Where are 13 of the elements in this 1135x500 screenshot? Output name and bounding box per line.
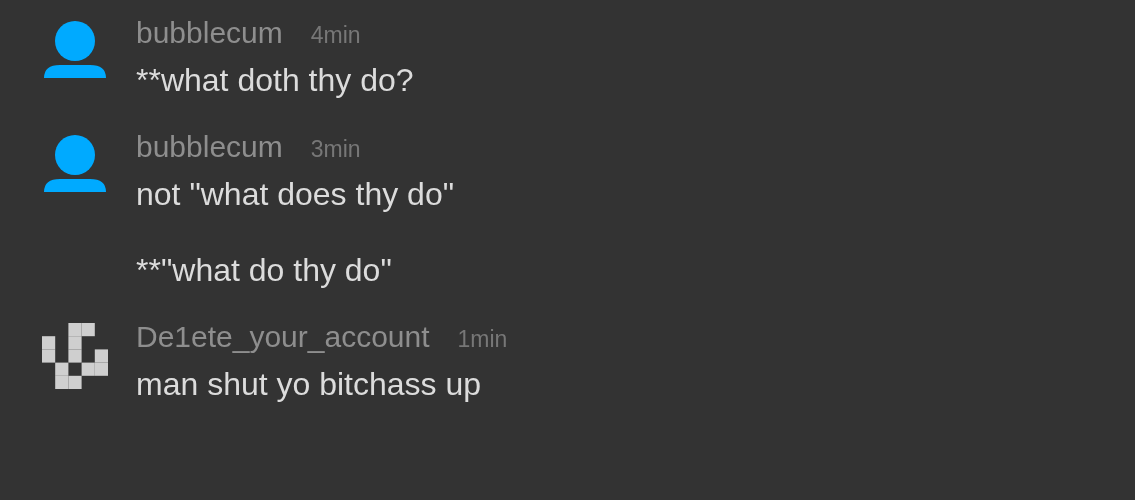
timestamp: 1min [457,326,508,353]
timestamp: 4min [310,22,361,49]
user-avatar-icon [44,132,106,194]
message-text: man shut yo bitchass up [136,365,483,404]
timestamp: 3min [310,136,361,163]
username[interactable]: De1ete_your_account [136,320,430,354]
pixel-avatar-icon [42,322,108,390]
message-text: not "what does thy do" [136,175,455,214]
username[interactable]: bubblecum [136,130,283,164]
user-avatar-icon [44,18,106,80]
message-text: **what doth thy do? [136,61,414,100]
username[interactable]: bubblecum [136,16,283,50]
message-text: **"what do thy do" [136,251,393,290]
